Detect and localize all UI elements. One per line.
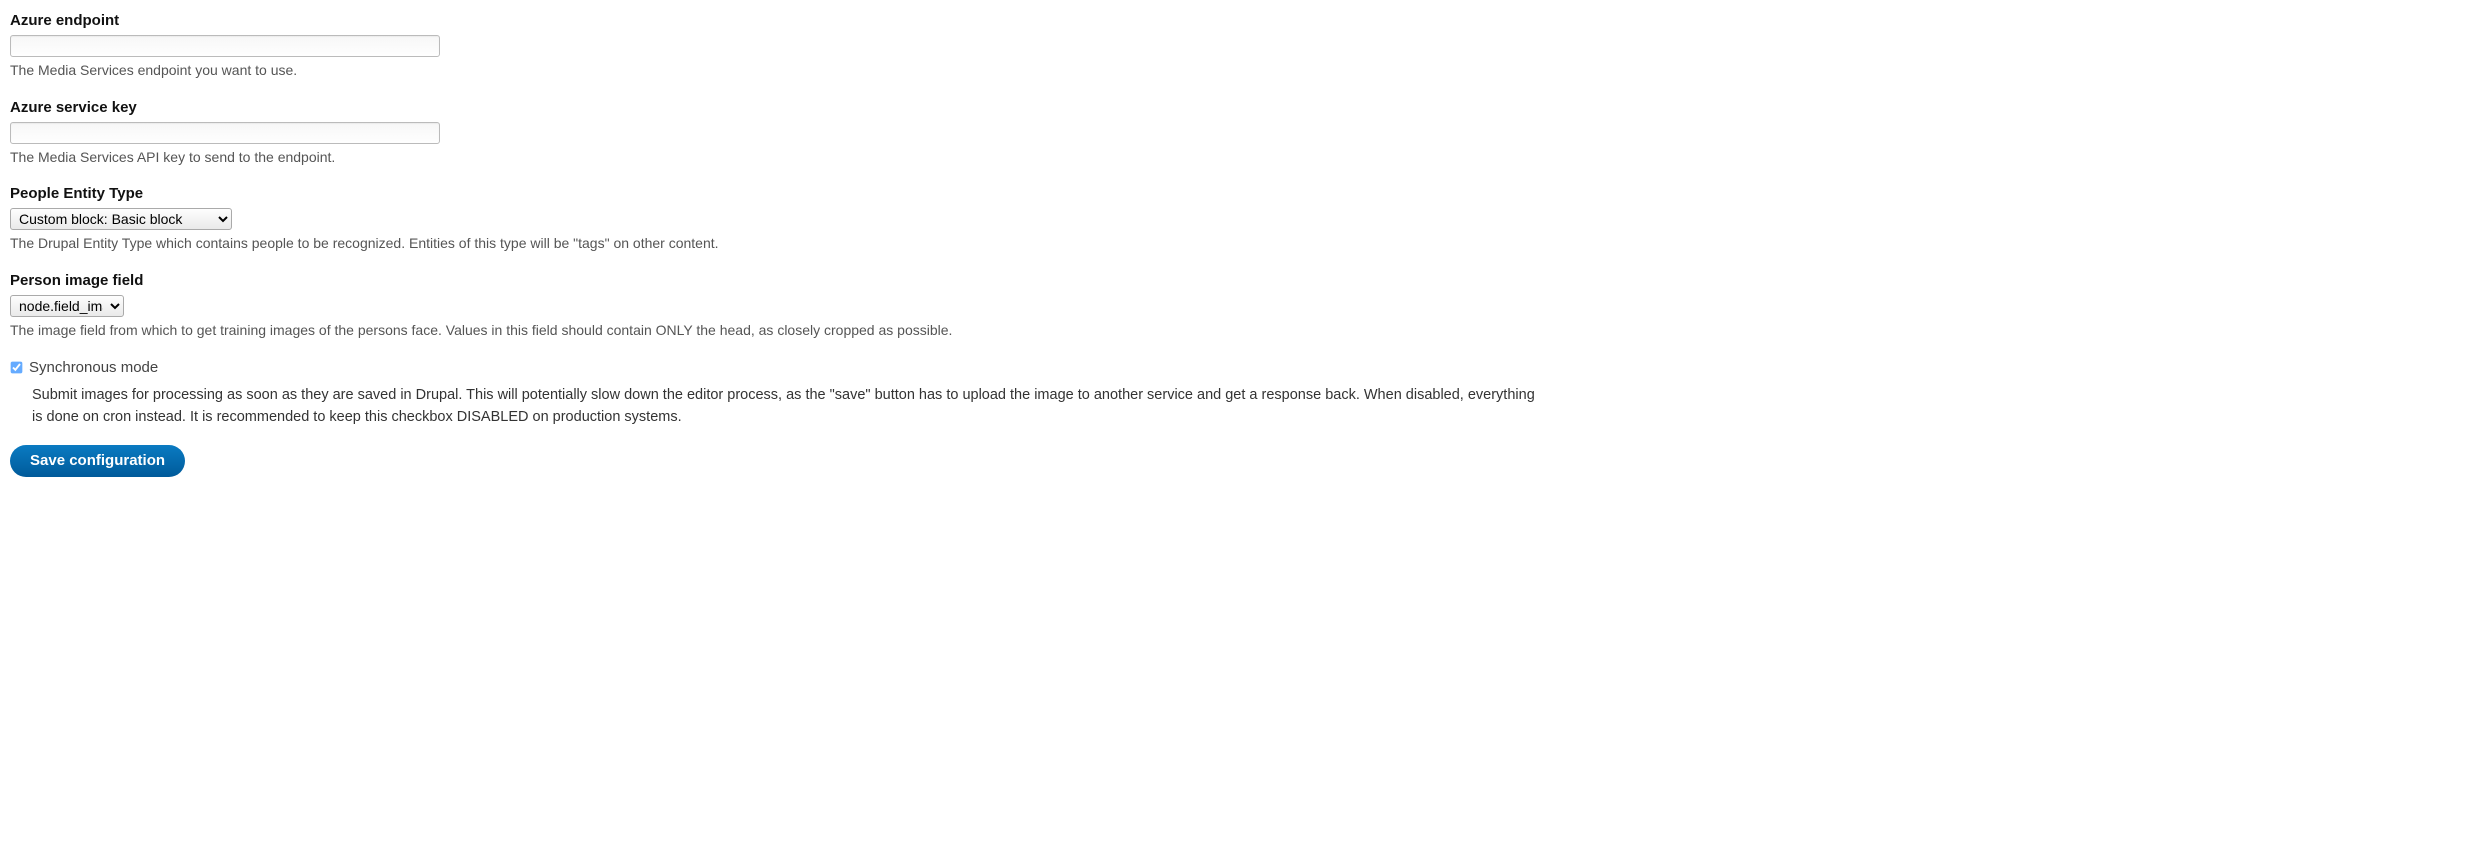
azure-service-key-label: Azure service key	[10, 97, 1541, 118]
person-image-field-description: The image field from which to get traini…	[10, 321, 1541, 341]
person-image-field-group: Person image field node.field_image The …	[10, 270, 1541, 341]
azure-service-key-field-group: Azure service key The Media Services API…	[10, 97, 1541, 168]
people-entity-type-field-group: People Entity Type Custom block: Basic b…	[10, 183, 1541, 254]
people-entity-type-description: The Drupal Entity Type which contains pe…	[10, 234, 1541, 254]
save-configuration-button[interactable]: Save configuration	[10, 445, 185, 477]
azure-endpoint-input[interactable]	[10, 35, 440, 57]
azure-endpoint-description: The Media Services endpoint you want to …	[10, 61, 1541, 81]
azure-service-key-description: The Media Services API key to send to th…	[10, 148, 1541, 168]
synchronous-mode-checkbox[interactable]	[11, 362, 23, 374]
person-image-field-label: Person image field	[10, 270, 1541, 291]
person-image-field-select[interactable]: node.field_image	[10, 295, 124, 317]
azure-endpoint-field-group: Azure endpoint The Media Services endpoi…	[10, 10, 1541, 81]
people-entity-type-label: People Entity Type	[10, 183, 1541, 204]
synchronous-mode-label: Synchronous mode	[29, 357, 158, 378]
azure-endpoint-label: Azure endpoint	[10, 10, 1541, 31]
people-entity-type-select[interactable]: Custom block: Basic block	[10, 208, 232, 230]
azure-service-key-input[interactable]	[10, 122, 440, 144]
synchronous-mode-field-group: Synchronous mode Submit images for proce…	[10, 357, 1541, 429]
synchronous-mode-description: Submit images for processing as soon as …	[32, 384, 1541, 429]
